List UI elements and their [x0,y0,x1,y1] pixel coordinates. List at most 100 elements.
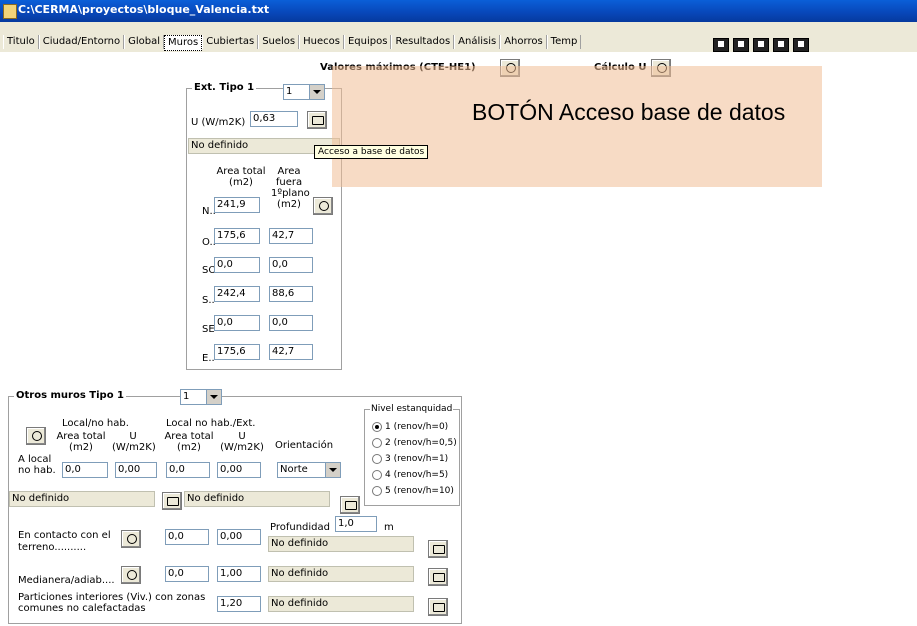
particiones-u-field[interactable]: 1,20 [217,596,261,612]
window-title: C:\CERMA\proyectos\bloque_Valencia.txt [18,3,270,16]
medianera-u-field[interactable]: 1,00 [217,566,261,582]
row-label-s: S.. [202,295,215,306]
nivel-radio-3[interactable] [372,454,382,464]
area-total-so[interactable]: 0,0 [214,257,260,273]
area-fuera-so[interactable]: 0,0 [269,257,313,273]
nivel-radio-4[interactable] [372,470,382,480]
row-label-se: SE [202,324,215,335]
tab-huecos[interactable]: Huecos [299,35,344,49]
nivel-label-5: 5 (renov/h=10) [385,486,454,496]
folder-icon [433,573,445,582]
database-access-button[interactable] [307,111,327,129]
annotation-text: BOTÓN Acceso base de datos [472,99,786,125]
terreno-area-field[interactable]: 0,0 [165,529,209,545]
ext-type-value: 1 [286,86,293,97]
info-icon[interactable] [713,38,729,52]
nivel-label-1: 1 (renov/h=0) [385,422,449,432]
terreno-material: No definido [268,536,414,552]
terreno-calc-button[interactable] [121,530,141,548]
chevron-down-icon [325,463,340,477]
bulb-icon [32,431,42,441]
u-field[interactable]: 0,63 [250,111,298,127]
otros-material-2: No definido [184,491,330,507]
annotation-highlight [332,66,822,187]
row-label-e: E.. [202,353,215,364]
tab-suelos[interactable]: Suelos [258,35,300,49]
otros-material-1: No definido [9,491,155,507]
otros-type-select[interactable]: 1 [180,389,222,405]
area-total-e[interactable]: 175,6 [214,344,260,360]
orientacion-value: Norte [280,464,308,475]
terreno-u-field[interactable]: 0,00 [217,529,261,545]
area-calc-button[interactable] [313,197,333,215]
nivel-label-2: 2 (renov/h=0,5) [385,438,457,448]
u-local-field[interactable]: 0,00 [115,462,157,478]
document-icon[interactable] [733,38,749,52]
profundidad-field[interactable]: 1,0 [335,516,377,532]
tab-global[interactable]: Global [124,35,165,49]
u-ext-field[interactable]: 0,00 [217,462,261,478]
tab-resultados[interactable]: Resultados [391,35,455,49]
bulb-icon [319,201,329,211]
otros-legend: Otros muros Tipo 1 [14,390,127,401]
open-folder-icon[interactable] [753,38,769,52]
area-total-s[interactable]: 242,4 [214,286,260,302]
nivel-radio-5[interactable] [372,486,382,496]
local-nohab-label: Local/no hab. [62,418,129,429]
area-total-o[interactable]: 175,6 [214,228,260,244]
ext-type-select[interactable]: 1 [283,84,325,100]
ext-legend: Ext. Tipo 1 [192,82,257,93]
particiones-label: Particiones interiores (Viv.) con zonas … [18,592,206,614]
otros-calc-button[interactable] [26,427,46,445]
folder-icon [167,497,179,506]
folder-icon [345,501,357,510]
area-total-se[interactable]: 0,0 [214,315,260,331]
terreno-label: En contacto con el terreno.......... [18,530,111,553]
u-ext-label: U (W/m2K) [220,431,264,453]
area-total-ext-label: Area total (m2) [164,431,214,453]
nivel-radio-1[interactable] [372,422,382,432]
otros-type-value: 1 [183,391,190,402]
medianera-calc-button[interactable] [121,566,141,584]
medianera-area-field[interactable]: 0,0 [165,566,209,582]
copy-icon[interactable] [793,38,809,52]
area-local-field[interactable]: 0,0 [62,462,108,478]
otros-db-button-1[interactable] [162,492,182,510]
folder-icon [312,116,324,125]
tab-equipos[interactable]: Equipos [343,35,392,49]
chevron-down-icon [309,85,324,99]
area-fuera-o[interactable]: 42,7 [269,228,313,244]
nivel-legend: Nivel estanquidad [370,404,454,414]
local-nohab-ext-label: Local no hab./Ext. [166,418,256,429]
area-fuera-se[interactable]: 0,0 [269,315,313,331]
terreno-db-button[interactable] [428,540,448,558]
otros-db-button-2[interactable] [340,496,360,514]
area-total-n[interactable]: 241,9 [214,197,260,213]
particiones-material: No definido [268,596,414,612]
title-bar: C:\CERMA\proyectos\bloque_Valencia.txt [0,0,917,22]
tab-ahorros[interactable]: Ahorros [500,35,547,49]
tab-ciudad-entorno[interactable]: Ciudad/Entorno [38,35,125,49]
orientacion-select[interactable]: Norte [277,462,341,478]
tab-temp[interactable]: Temp [546,35,582,49]
tab-titulo[interactable]: Titulo [3,35,39,49]
folder-icon [433,545,445,554]
tab-muros[interactable]: Muros [164,35,203,51]
orientacion-label: Orientación [275,440,334,451]
folder-icon [433,603,445,612]
medianera-material: No definido [268,566,414,582]
a-local-label: A local no hab. [18,454,56,476]
particiones-db-button[interactable] [428,598,448,616]
medianera-db-button[interactable] [428,568,448,586]
area-fuera-e[interactable]: 42,7 [269,344,313,360]
tab-cubiertas[interactable]: Cubiertas [202,35,259,49]
save-icon[interactable] [773,38,789,52]
bulb-icon [127,570,137,580]
area-fuera-s[interactable]: 88,6 [269,286,313,302]
nivel-radio-2[interactable] [372,438,382,448]
area-total-local-label: Area total (m2) [56,431,106,453]
area-ext-field[interactable]: 0,0 [166,462,210,478]
medianera-label: Medianera/adiab.... [18,575,115,586]
col-area-total: Area total (m2) [216,166,266,188]
tab-analisis[interactable]: Análisis [454,35,501,49]
